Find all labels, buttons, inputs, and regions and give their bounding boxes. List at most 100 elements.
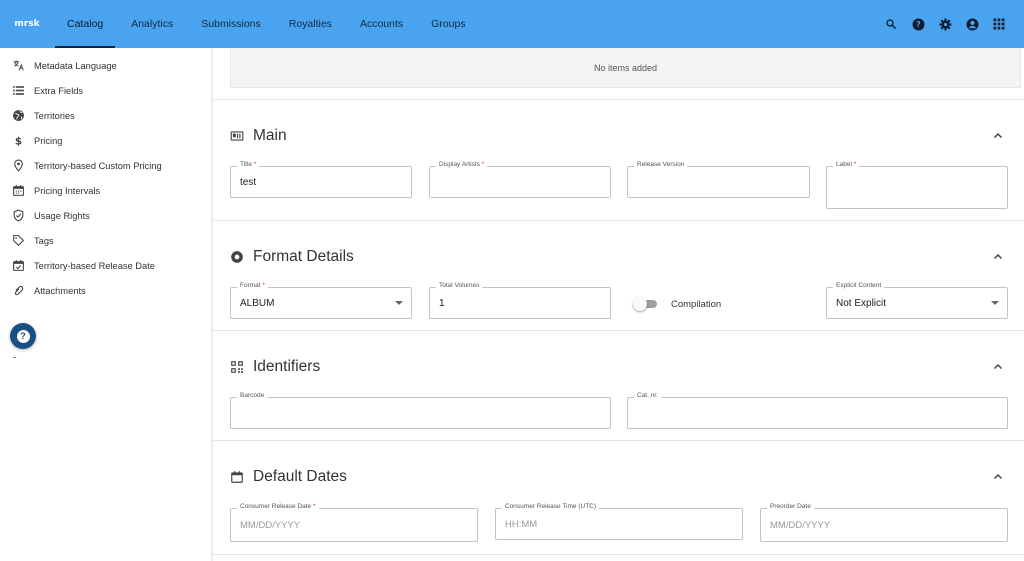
chevron-up-icon[interactable] (992, 471, 1004, 483)
translate-icon (13, 60, 24, 71)
list-icon (13, 86, 24, 95)
section-title-text: Main (253, 127, 287, 144)
display-artists-field[interactable]: Display Artists * (429, 161, 611, 198)
field-label: Cat. nr. (634, 392, 661, 399)
barcode-field[interactable]: Barcode (230, 392, 611, 429)
main-content: No items added Main Title * test Display… (213, 48, 1024, 561)
logo-text: mrsk (14, 19, 40, 29)
tag-icon (13, 235, 24, 246)
shield-check-icon (13, 209, 24, 222)
sidebar-item-label: Territory-based Release Date (34, 260, 155, 271)
sidebar-item-territory-release-date[interactable]: Territory-based Release Date (0, 253, 211, 278)
sidebar-item-label: Usage Rights (34, 210, 90, 221)
record-icon (231, 251, 243, 263)
section-title-dates: Default Dates (230, 468, 347, 486)
section-title-identifiers: Identifiers (230, 358, 320, 376)
sidebar-item-label: Metadata Language (34, 60, 117, 71)
sidebar-divider (13, 357, 16, 358)
dropdown-arrow-icon (991, 301, 999, 305)
section-title-text: Format Details (253, 248, 354, 265)
total-volumes-field[interactable]: Total Volumes 1 (429, 282, 611, 319)
label-field[interactable]: Label * (826, 161, 1008, 209)
nav-tab-analytics[interactable]: Analytics (117, 0, 187, 48)
cat-nr-field[interactable]: Cat. nr. (627, 392, 1008, 429)
section-title-format: Format Details (230, 248, 354, 266)
badge-icon (230, 131, 244, 141)
dropdown-arrow-icon (395, 301, 403, 305)
dollar-icon: $ (15, 135, 22, 147)
nav-tab-submissions[interactable]: Submissions (187, 0, 275, 48)
sidebar: Metadata Language Extra Fields Territori… (0, 48, 212, 561)
explicit-content-select[interactable]: Explicit Content Not Explicit (826, 282, 1008, 319)
sidebar-item-pricing-intervals[interactable]: Pricing Intervals (0, 178, 211, 203)
app-logo[interactable]: mrsk (14, 14, 40, 34)
search-icon[interactable] (884, 17, 898, 31)
field-placeholder: MM/DD/YYYY (770, 519, 831, 531)
chevron-up-icon[interactable] (992, 251, 1004, 263)
section-divider (213, 220, 1024, 221)
empty-state: No items added (230, 48, 1021, 88)
sidebar-item-territories[interactable]: Territories (0, 103, 211, 128)
section-title-main: Main (230, 127, 287, 145)
help-glyph: ? (20, 331, 26, 341)
nav-tab-groups[interactable]: Groups (417, 0, 479, 48)
title-field[interactable]: Title * test (230, 161, 412, 198)
chevron-up-icon[interactable] (992, 361, 1004, 373)
sidebar-item-label: Territories (34, 110, 75, 121)
help-fab-button[interactable]: ? (10, 323, 36, 349)
section-divider (213, 554, 1024, 555)
toggle-knob (633, 297, 647, 311)
format-select[interactable]: Format * ALBUM (230, 282, 412, 319)
nav-tab-royalties[interactable]: Royalties (275, 0, 346, 48)
nav-tab-accounts[interactable]: Accounts (346, 0, 417, 48)
sidebar-item-label: Extra Fields (34, 85, 84, 96)
sidebar-item-tags[interactable]: Tags (0, 228, 211, 253)
chevron-up-icon[interactable] (992, 130, 1004, 142)
sidebar-item-label: Attachments (34, 285, 86, 296)
sidebar-item-label: Pricing (34, 135, 63, 146)
account-icon[interactable] (965, 17, 979, 31)
calendar-icon (231, 471, 243, 483)
consumer-release-date-field[interactable]: Consumer Release Date * MM/DD/YYYY (230, 503, 478, 542)
attachment-icon (14, 285, 24, 296)
help-icon[interactable]: ? (911, 17, 925, 31)
top-actions: ? (884, 0, 1006, 48)
settings-icon[interactable] (938, 17, 952, 31)
field-value: ALBUM (240, 297, 275, 309)
globe-icon (13, 110, 24, 121)
apps-grid-icon[interactable] (992, 17, 1006, 31)
sidebar-item-usage-rights[interactable]: Usage Rights (0, 203, 211, 228)
section-title-text: Identifiers (253, 358, 321, 375)
help-icon: ? (16, 329, 30, 343)
sidebar-item-pricing[interactable]: $ Pricing (0, 128, 211, 153)
sidebar-item-label: Tags (34, 235, 54, 246)
sidebar-item-attachments[interactable]: Attachments (0, 278, 211, 303)
field-value: 1 (439, 297, 445, 309)
sidebar-item-label: Territory-based Custom Pricing (34, 160, 162, 171)
nav-tab-catalog[interactable]: Catalog (53, 0, 117, 48)
compilation-toggle[interactable] (633, 297, 659, 311)
field-label: Display Artists * (436, 161, 488, 168)
field-label: Label * (833, 161, 860, 168)
release-version-field[interactable]: Release Version (627, 161, 810, 198)
preorder-date-field[interactable]: Preorder Date MM/DD/YYYY (760, 503, 1008, 542)
empty-state-text: No items added (593, 62, 658, 73)
field-label: Release Version (634, 161, 688, 168)
svg-text:$: $ (15, 135, 22, 147)
top-app-bar: mrsk Catalog Analytics Submissions Royal… (0, 0, 1024, 48)
field-label: Barcode (237, 392, 268, 399)
sidebar-item-label: Pricing Intervals (34, 185, 101, 196)
field-placeholder: HH:MM (505, 518, 538, 530)
field-placeholder: MM/DD/YYYY (240, 519, 301, 531)
calendar-check-icon (13, 260, 24, 271)
location-pin-icon (14, 159, 23, 172)
sidebar-item-territory-custom-pricing[interactable]: Territory-based Custom Pricing (0, 153, 211, 178)
sidebar-item-metadata-language[interactable]: Metadata Language (0, 53, 211, 78)
section-divider (213, 440, 1024, 441)
svg-text:?: ? (916, 20, 920, 29)
sidebar-item-extra-fields[interactable]: Extra Fields (0, 78, 211, 103)
qr-code-icon (231, 361, 243, 373)
consumer-release-time-field[interactable]: Consumer Release Time (UTC) HH:MM (495, 503, 743, 540)
compilation-label: Compilation (671, 298, 722, 310)
main-nav: Catalog Analytics Submissions Royalties … (53, 0, 480, 48)
